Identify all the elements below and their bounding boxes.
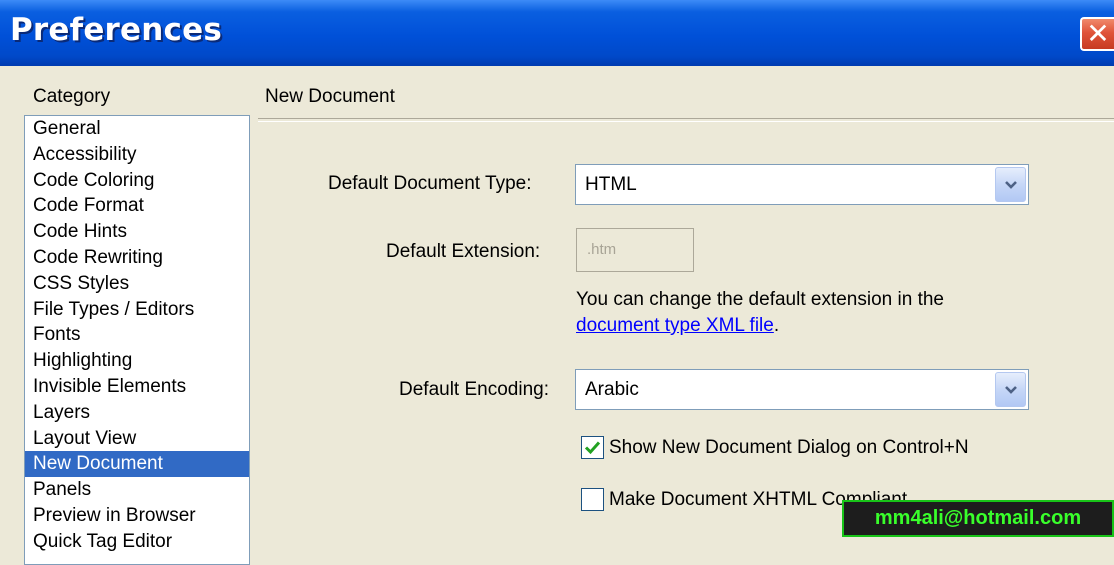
chevron-down-icon: [1004, 385, 1017, 394]
sidebar-item-general[interactable]: General: [25, 116, 249, 142]
default-document-type-label: Default Document Type:: [328, 173, 532, 194]
show-new-document-dialog-label[interactable]: Show New Document Dialog on Control+N: [609, 437, 969, 459]
sidebar-item-code-rewriting[interactable]: Code Rewriting: [25, 245, 249, 271]
default-extension-field: .htm: [576, 228, 694, 272]
sidebar-item-fonts[interactable]: Fonts: [25, 322, 249, 348]
sidebar-item-quick-tag-editor[interactable]: Quick Tag Editor: [25, 529, 249, 555]
sidebar-item-new-document[interactable]: New Document: [25, 451, 249, 478]
default-extension-label: Default Extension:: [386, 241, 541, 262]
dropdown-button[interactable]: [995, 372, 1026, 407]
default-document-type-select[interactable]: HTML: [575, 164, 1029, 205]
sidebar-item-panels[interactable]: Panels: [25, 477, 249, 503]
watermark: mm4ali@hotmail.com: [842, 500, 1114, 537]
sidebar-item-css-styles[interactable]: CSS Styles: [25, 271, 249, 297]
sidebar-item-file-types-editors[interactable]: File Types / Editors: [25, 297, 249, 323]
default-encoding-label: Default Encoding:: [399, 379, 549, 400]
sidebar-item-layers[interactable]: Layers: [25, 400, 249, 426]
checkmark-icon: [584, 441, 601, 455]
category-list[interactable]: General Accessibility Code Coloring Code Fo…: [24, 115, 250, 565]
title-bar: Preferences ✕: [0, 0, 1114, 66]
sidebar-item-layout-view[interactable]: Layout View: [25, 426, 249, 452]
dropdown-button[interactable]: [995, 167, 1026, 202]
header-divider: [258, 118, 1114, 122]
extension-info-text: You can change the default extension in …: [576, 287, 944, 339]
sidebar-item-highlighting[interactable]: Highlighting: [25, 348, 249, 374]
category-label: Category: [33, 86, 111, 107]
sidebar-item-code-format[interactable]: Code Format: [25, 193, 249, 219]
document-type-xml-link[interactable]: document type XML file: [576, 315, 774, 336]
close-icon: ✕: [1086, 17, 1110, 50]
sidebar-item-accessibility[interactable]: Accessibility: [25, 142, 249, 168]
default-encoding-value: Arabic: [585, 379, 639, 400]
chevron-down-icon: [1004, 180, 1017, 189]
default-encoding-select[interactable]: Arabic: [575, 369, 1029, 410]
show-new-document-dialog-checkbox[interactable]: [581, 436, 604, 459]
info-period: .: [773, 315, 780, 336]
xhtml-compliant-checkbox[interactable]: [581, 488, 604, 511]
default-document-type-value: HTML: [585, 174, 637, 195]
close-button[interactable]: ✕: [1080, 17, 1114, 51]
sidebar-item-code-hints[interactable]: Code Hints: [25, 219, 249, 245]
info-line: You can change the default extension in …: [576, 289, 944, 310]
window-title: Preferences: [10, 12, 222, 48]
sidebar-item-code-coloring[interactable]: Code Coloring: [25, 168, 249, 194]
sidebar-item-invisible-elements[interactable]: Invisible Elements: [25, 374, 249, 400]
sidebar-item-preview-in-browser[interactable]: Preview in Browser: [25, 503, 249, 529]
section-title: New Document: [265, 86, 395, 107]
